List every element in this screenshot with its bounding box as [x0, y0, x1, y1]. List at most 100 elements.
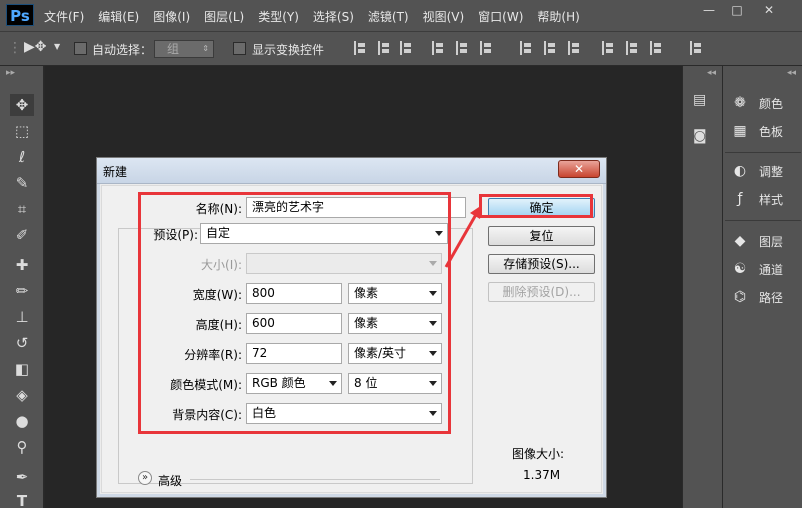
eyedropper-tool-icon[interactable]: ✐ [10, 224, 34, 246]
menu-file[interactable]: 文件(F) [44, 8, 84, 25]
photoshop-window: Ps 文件(F) 编辑(E) 图像(I) 图层(L) 类型(Y) 选择(S) 滤… [0, 0, 802, 508]
collapsed-panel-dock: ◂◂ ▤ ◙ [682, 66, 722, 508]
align-hcenter-icon[interactable] [456, 41, 470, 55]
image-size-label: 图像大小: [512, 447, 565, 461]
layers-icon: ◆ [734, 233, 746, 249]
panel-layers[interactable]: ◆ 图层 [731, 230, 783, 252]
annotation-highlight-ok [479, 194, 593, 218]
align-right-icon[interactable] [480, 41, 494, 55]
options-bar: ⋮ ▶✥ ▼ 自动选择： 组 ⇕ 显示变换控件 [0, 32, 802, 66]
auto-select-label: 自动选择： [92, 43, 153, 57]
grip-icon: ⋮ [8, 40, 22, 56]
advanced-expand-icon[interactable]: » [138, 471, 152, 485]
delete-preset-button: 删除预设(D)... [488, 282, 595, 302]
panel-paths[interactable]: ⌬ 路径 [731, 286, 783, 308]
panel-swatches-label: 色板 [759, 124, 784, 139]
panel-dock: ◂◂ ❁ 颜色 ▦ 色板 ◐ 调整 ƒ 样式 ◆ 图层 ☯ 通道 ⌬ 路径 [722, 66, 802, 508]
crop-tool-icon[interactable]: ⌗ [10, 198, 34, 220]
distribute-bottom-icon[interactable] [568, 41, 582, 55]
maximize-button[interactable]: □ [720, 0, 754, 20]
auto-select-dropdown[interactable]: 组 ⇕ [154, 40, 214, 58]
panel-styles[interactable]: ƒ 样式 [731, 188, 783, 210]
annotation-arrow [444, 205, 482, 268]
align-left-icon[interactable] [432, 41, 446, 55]
panel-divider [725, 152, 801, 153]
marquee-tool-icon[interactable]: ⬚ [10, 120, 34, 142]
menu-list: 文件(F) 编辑(E) 图像(I) 图层(L) 类型(Y) 选择(S) 滤镜(T… [44, 8, 594, 25]
distribute-right-icon[interactable] [650, 41, 664, 55]
show-transform-label: 显示变换控件 [252, 43, 325, 57]
collapse-arrows-icon[interactable]: ◂◂ [707, 68, 716, 78]
brush-tool-icon[interactable]: ✏ [10, 280, 34, 302]
paint-bucket-tool-icon[interactable]: ◈ [10, 384, 34, 406]
history-brush-tool-icon[interactable]: ↺ [10, 332, 34, 354]
collapse-arrows-icon[interactable]: ▸▸ [6, 68, 15, 78]
eraser-tool-icon[interactable]: ◧ [10, 358, 34, 380]
move-tool-preset-icon[interactable]: ▶✥ [24, 39, 47, 55]
align-vcenter-icon[interactable] [378, 41, 392, 55]
panel-color[interactable]: ❁ 颜色 [731, 92, 783, 114]
align-top-icon[interactable] [354, 41, 368, 55]
show-transform-checkbox[interactable] [233, 42, 246, 55]
panel-channels-label: 通道 [759, 262, 784, 277]
save-preset-button[interactable]: 存储预设(S)... [488, 254, 595, 274]
paths-icon: ⌬ [733, 289, 747, 305]
type-tool-icon[interactable]: T [10, 490, 34, 508]
healing-brush-tool-icon[interactable]: ✚ [10, 254, 34, 276]
pen-tool-icon[interactable]: ✒ [10, 466, 34, 488]
clone-stamp-tool-icon[interactable]: ⊥ [10, 306, 34, 328]
history-panel-icon[interactable]: ▤ [693, 92, 706, 108]
swatches-grid-icon: ▦ [733, 123, 747, 139]
properties-panel-icon[interactable]: ◙ [693, 128, 707, 144]
menu-edit[interactable]: 编辑(E) [98, 8, 139, 25]
panel-channels[interactable]: ☯ 通道 [731, 258, 783, 280]
annotation-highlight-fields [138, 192, 451, 434]
dialog-titlebar: 新建 ✕ [97, 158, 606, 184]
distribute-vcenter-icon[interactable] [544, 41, 558, 55]
menu-image[interactable]: 图像(I) [153, 8, 190, 25]
menu-select[interactable]: 选择(S) [313, 8, 354, 25]
distribute-top-icon[interactable] [520, 41, 534, 55]
panel-adjustments-label: 调整 [759, 164, 784, 179]
align-bottom-icon[interactable] [400, 41, 414, 55]
lasso-tool-icon[interactable]: ℓ [10, 146, 34, 168]
panel-color-label: 颜色 [759, 96, 784, 111]
close-window-button[interactable]: ✕ [752, 0, 786, 20]
tools-panel: ▸▸ ✥ ⬚ ℓ ✎ ⌗ ✐ ✚ ✏ ⊥ ↺ ◧ ◈ ● ⚲ ✒ T [0, 66, 44, 508]
menu-filter[interactable]: 滤镜(T) [368, 8, 409, 25]
advanced-divider [190, 479, 440, 480]
panel-divider [725, 220, 801, 221]
menu-window[interactable]: 窗口(W) [478, 8, 523, 25]
menu-view[interactable]: 视图(V) [423, 8, 465, 25]
menu-help[interactable]: 帮助(H) [537, 8, 579, 25]
panel-styles-label: 样式 [759, 192, 784, 207]
channels-icon: ☯ [733, 261, 747, 277]
auto-select-checkbox[interactable] [74, 42, 87, 55]
quick-select-tool-icon[interactable]: ✎ [10, 172, 34, 194]
menu-layer[interactable]: 图层(L) [204, 8, 244, 25]
reset-button[interactable]: 复位 [488, 226, 595, 246]
dodge-tool-icon[interactable]: ⚲ [10, 436, 34, 458]
move-tool-icon[interactable]: ✥ [10, 94, 34, 116]
ps-logo: Ps [6, 4, 34, 26]
advanced-label[interactable]: 高级 [158, 472, 182, 489]
panel-layers-label: 图层 [759, 234, 784, 249]
dialog-close-button[interactable]: ✕ [558, 160, 600, 178]
menu-type[interactable]: 类型(Y) [258, 8, 299, 25]
menubar: Ps 文件(F) 编辑(E) 图像(I) 图层(L) 类型(Y) 选择(S) 滤… [0, 0, 802, 32]
chevron-down-icon[interactable]: ▼ [54, 42, 60, 51]
distribute-hcenter-icon[interactable] [626, 41, 640, 55]
collapse-arrows-icon[interactable]: ◂◂ [787, 68, 796, 78]
color-palette-icon: ❁ [734, 95, 746, 111]
blur-tool-icon[interactable]: ● [10, 410, 34, 432]
updown-icon: ⇕ [202, 44, 209, 53]
distribute-left-icon[interactable] [602, 41, 616, 55]
auto-select-value: 组 [167, 42, 180, 56]
panel-adjustments[interactable]: ◐ 调整 [731, 160, 783, 182]
image-size-value: 1.37M [523, 468, 561, 482]
adjustments-icon: ◐ [733, 163, 747, 179]
panel-swatches[interactable]: ▦ 色板 [731, 120, 783, 142]
dialog-title: 新建 [103, 165, 128, 179]
auto-align-icon[interactable] [690, 41, 704, 55]
panel-paths-label: 路径 [759, 290, 784, 305]
